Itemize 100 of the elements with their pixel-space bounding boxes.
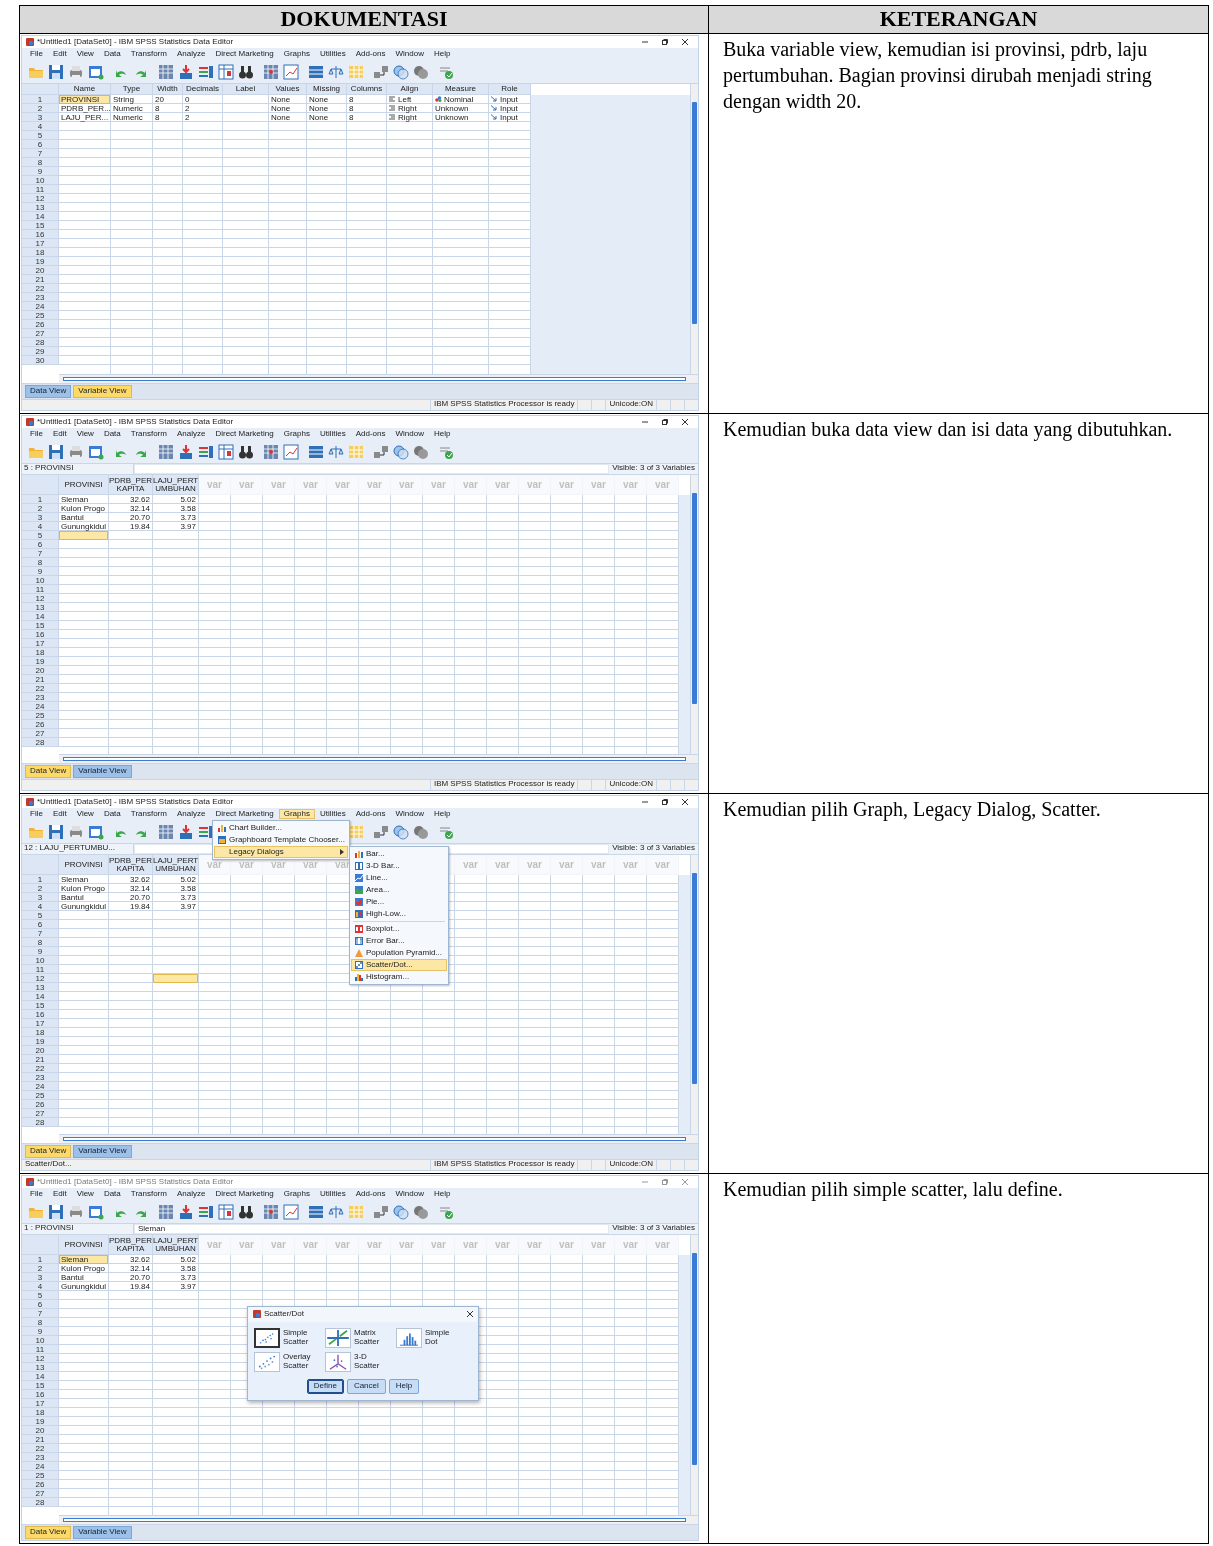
table-cell-text: 8 xyxy=(348,95,355,104)
row-number: 19 xyxy=(22,1417,59,1426)
row-number: 27 xyxy=(22,1489,59,1498)
row-number: 8 xyxy=(22,558,59,567)
column-header: DOKUMENTASI xyxy=(19,5,709,34)
table-cell-text: Kulon Progo xyxy=(60,884,107,893)
table-cell-text: Gunungkidul xyxy=(60,522,107,531)
table-cell-text: 20.70 xyxy=(128,1273,151,1282)
row-number: 21 xyxy=(22,275,59,284)
row-number: 17 xyxy=(22,1399,59,1408)
table-cell-text: 8 xyxy=(348,113,355,122)
table-cell-text: 3.58 xyxy=(179,884,197,893)
row-number: 13 xyxy=(22,603,59,612)
row-number: 16 xyxy=(22,230,59,239)
row-number: 5 xyxy=(22,911,59,920)
table-cell: Input xyxy=(489,95,530,104)
table-cell-text: 20 xyxy=(154,95,165,104)
table-cell-text: 3.97 xyxy=(179,1282,197,1291)
table-cell-text: 5.02 xyxy=(179,1255,197,1264)
visible-count-text: Visible: 3 of 3 Variables xyxy=(609,464,698,474)
table-cell-text: 8 xyxy=(154,104,161,113)
status-text: IBM SPSS Statistics Processor is ready xyxy=(429,1160,578,1170)
row-number: 14 xyxy=(22,612,59,621)
table-cell-text: Sleman xyxy=(60,495,90,504)
window-title: *Untitled1 [DataSet0] - IBM SPSS Statistics Data Editor xyxy=(37,797,234,807)
selected-cell: PROVINSI xyxy=(59,95,110,104)
row-number: 21 xyxy=(22,1055,59,1064)
table-cell-text: 3.58 xyxy=(179,1264,197,1273)
row-number: 1 xyxy=(22,495,59,504)
row-number: 11 xyxy=(22,185,59,194)
row-number: 12 xyxy=(22,1354,59,1363)
row-number: 9 xyxy=(22,1327,59,1336)
row-number: 19 xyxy=(22,257,59,266)
row-number: 9 xyxy=(22,947,59,956)
cell-reference: 5 : PROVINSI xyxy=(22,464,134,474)
row-number: 1 xyxy=(22,95,59,104)
status-text: Unicode:ON xyxy=(605,400,656,410)
status-text: IBM SPSS Statistics Processor is ready xyxy=(429,400,578,410)
row-number: 18 xyxy=(22,1028,59,1037)
row-number: 27 xyxy=(22,729,59,738)
table-cell-text: 32.14 xyxy=(128,1264,151,1273)
table-cell-text: 2 xyxy=(184,104,191,113)
row-number: 16 xyxy=(22,630,59,639)
row-number: 7 xyxy=(22,549,59,558)
table-cell-text: Bantul xyxy=(60,893,85,902)
description-text: Kemudian pilih Graph, Legacy Dialog, Scatter. xyxy=(722,797,1102,822)
row-number: 7 xyxy=(22,929,59,938)
table-cell-text: 19.84 xyxy=(128,902,151,911)
table-cell-text: 19.84 xyxy=(128,1282,151,1291)
row-number: 30 xyxy=(22,356,59,365)
table-cell-text: LAJU_PER... xyxy=(60,113,110,122)
window-title: *Untitled1 [DataSet0] - IBM SPSS Statistics Data Editor xyxy=(37,37,234,47)
row-number: 8 xyxy=(22,938,59,947)
table-cell-text: 32.14 xyxy=(128,504,151,513)
table-cell-text: PDRB_PER... xyxy=(60,104,110,113)
row-number: 19 xyxy=(22,1037,59,1046)
row-number: 28 xyxy=(22,738,59,747)
table-cell-text: 19.84 xyxy=(128,522,151,531)
row-number: 24 xyxy=(22,1462,59,1471)
window-title: *Untitled1 [DataSet0] - IBM SPSS Statistics Data Editor xyxy=(37,1177,234,1187)
table-cell-text: 20.70 xyxy=(128,893,151,902)
row-number: 7 xyxy=(22,1309,59,1318)
row-number: 13 xyxy=(22,983,59,992)
dialog-title: Scatter/Dot xyxy=(264,1310,304,1319)
table-cell-text: 5.02 xyxy=(179,495,197,504)
row-number: 11 xyxy=(22,585,59,594)
cell-reference: 1 : PROVINSI xyxy=(22,1224,134,1234)
table-cell-text: 20.70 xyxy=(128,513,151,522)
row-number: 16 xyxy=(22,1010,59,1019)
table-cell-text: String xyxy=(112,95,135,104)
row-number: 5 xyxy=(22,531,59,540)
row-number: 17 xyxy=(22,639,59,648)
row-number: 9 xyxy=(22,567,59,576)
status-text: Unicode:ON xyxy=(605,780,656,790)
table-cell-text: 0 xyxy=(184,95,191,104)
row-number: 21 xyxy=(22,675,59,684)
description-text: Kemudian pilih simple scatter, lalu define. xyxy=(722,1177,1064,1202)
table-cell: Left xyxy=(387,95,432,104)
row-number: 6 xyxy=(22,920,59,929)
visible-count-text: Visible: 3 of 3 Variables xyxy=(609,844,698,854)
row-number: 3 xyxy=(22,893,59,902)
table-cell-text: Numeric xyxy=(112,104,144,113)
table-cell-text: None xyxy=(270,104,292,113)
row-number: 11 xyxy=(22,965,59,974)
description-text: Kemudian buka data view dan isi data yang dibutuhkan. xyxy=(722,417,1174,442)
table-cell: Nominal xyxy=(433,95,488,104)
status-text: Unicode:ON xyxy=(605,1160,656,1170)
row-number: 21 xyxy=(22,1435,59,1444)
table-cell: Right xyxy=(387,113,432,122)
table-cell-text: Bantul xyxy=(60,1273,85,1282)
row-number: 2 xyxy=(22,1264,59,1273)
table-cell-text: 3.97 xyxy=(179,522,197,531)
row-number: 18 xyxy=(22,248,59,257)
table-cell-text: Gunungkidul xyxy=(60,1282,107,1291)
table-cell-text: None xyxy=(270,95,292,104)
row-number: 10 xyxy=(22,1336,59,1345)
table-cell-text: Unknown xyxy=(434,104,470,113)
table-cell-text: None xyxy=(308,95,330,104)
table-cell-text: 5.02 xyxy=(179,875,197,884)
row-number: 1 xyxy=(22,875,59,884)
